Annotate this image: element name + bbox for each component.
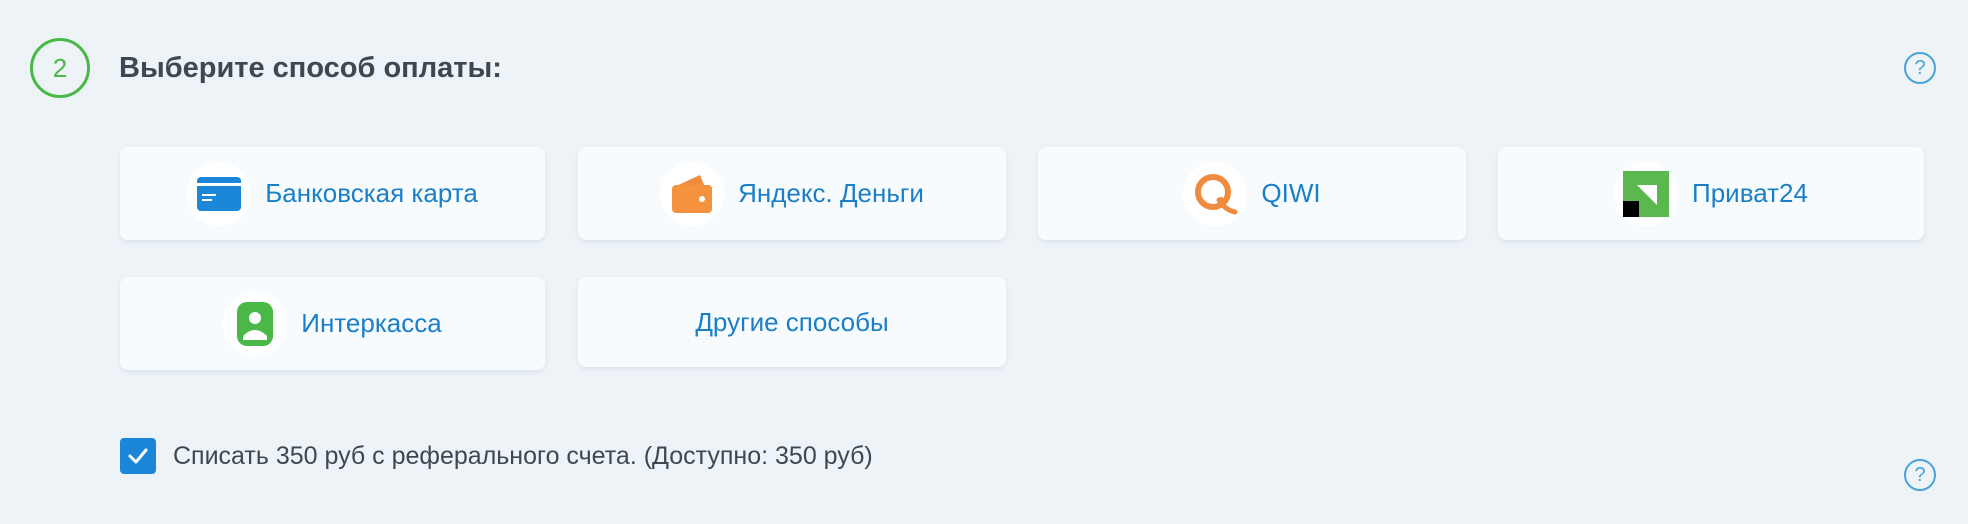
step-title: Выберите способ оплаты: — [119, 51, 502, 84]
referral-label: Списать 350 руб с реферального счета. (Д… — [173, 441, 873, 470]
payment-method-interkassa[interactable]: Интеркасса — [120, 277, 545, 370]
payment-method-other[interactable]: Другие способы — [578, 277, 1006, 367]
payment-method-label: Банковская карта — [265, 178, 478, 208]
referral-option: Списать 350 руб с реферального счета. (Д… — [120, 438, 873, 474]
checkmark-icon — [128, 448, 148, 464]
question-icon: ? — [1914, 56, 1926, 79]
help-button-top[interactable]: ? — [1904, 52, 1936, 84]
payment-method-label: Приват24 — [1692, 178, 1808, 208]
qiwi-icon — [1183, 161, 1248, 226]
question-icon: ? — [1914, 463, 1926, 486]
payment-method-label: Другие способы — [695, 306, 889, 337]
payment-method-label: Интеркасса — [301, 308, 442, 338]
payment-method-label: Яндекс. Деньги — [738, 178, 924, 208]
bank-card-icon — [187, 161, 252, 226]
privat24-icon — [1614, 161, 1679, 226]
step-header: 2 Выберите способ оплаты: — [30, 38, 502, 98]
payment-method-qiwi[interactable]: QIWI — [1038, 147, 1466, 240]
referral-checkbox[interactable] — [120, 438, 156, 474]
yandex-money-wallet-icon — [660, 161, 725, 226]
help-button-bottom[interactable]: ? — [1904, 459, 1936, 491]
payment-method-yandex-money[interactable]: Яндекс. Деньги — [578, 147, 1006, 240]
payment-method-privat24[interactable]: Приват24 — [1498, 147, 1924, 240]
step-number-badge: 2 — [30, 38, 90, 98]
interkassa-icon — [223, 291, 288, 356]
payment-method-bank-card[interactable]: Банковская карта — [120, 147, 545, 240]
payment-method-label: QIWI — [1261, 178, 1321, 208]
